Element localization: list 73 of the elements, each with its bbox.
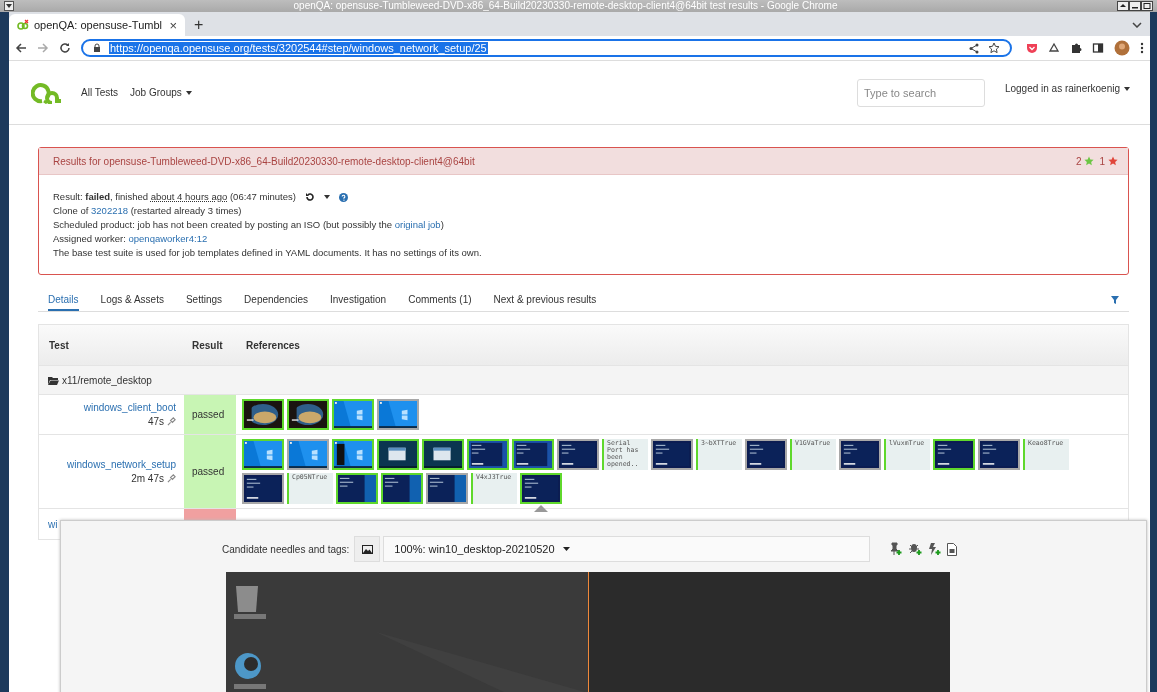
caret-icon[interactable] (323, 195, 330, 199)
reload-icon[interactable] (59, 42, 71, 54)
tab-close-button[interactable]: × (169, 17, 177, 33)
pin-add-icon[interactable] (889, 542, 904, 556)
favicon-icon (17, 19, 29, 31)
pocket-icon[interactable] (1026, 42, 1038, 54)
column-header: Result (191, 339, 224, 351)
results-title: Results for opensuse-Tumbleweed-DVD-x86_64-Build20230330-remote-desktop-client4@64bit (53, 155, 475, 167)
back-icon[interactable] (15, 42, 27, 54)
window-menu-icon[interactable] (4, 1, 14, 11)
candidate-label: Candidate needles and tags: (222, 543, 350, 555)
link[interactable]: original job (394, 219, 441, 230)
test-link[interactable]: windows_client_boot (83, 402, 176, 413)
image-button[interactable] (354, 536, 381, 562)
star-icon[interactable] (988, 42, 1000, 54)
window-controls-icon[interactable] (1117, 1, 1153, 11)
search-field[interactable]: Type to search (856, 78, 985, 107)
group-name: x11/remote_desktop (62, 374, 152, 386)
column-header: References (245, 339, 300, 351)
result-text: passed (192, 409, 225, 420)
url-text: https://openqa.opensuse.org/tests/3202544#step/windows_network_setup/25 (109, 42, 488, 54)
new-tab-button[interactable]: + (194, 16, 204, 34)
duration: 47s (147, 416, 164, 427)
lock-icon (93, 43, 101, 53)
filter-icon[interactable] (1111, 296, 1119, 304)
image-icon (361, 544, 373, 554)
result-line: Assigned worker: openqaworker4:12 (53, 232, 208, 246)
star-count: 2 (1075, 155, 1082, 167)
caret-icon (185, 91, 192, 96)
address-bar[interactable]: https://openqa.opensuse.org/tests/3202544#step/windows_network_setup/25 (81, 39, 1012, 57)
share-icon[interactable] (969, 42, 980, 54)
result-line: The base test suite is used for job templates defined in YAML documents. It has no settings of its own. (53, 246, 482, 260)
column-header: Test (48, 339, 70, 351)
result-text: passed (192, 466, 225, 477)
result-line: Scheduled product: job has not been created by posting an ISO (but possibly the original job) (53, 218, 444, 232)
puzzle-icon[interactable] (1070, 42, 1082, 54)
test-link[interactable]: wi (48, 519, 58, 530)
tab[interactable]: Settings (185, 289, 223, 311)
document-icon[interactable] (947, 542, 958, 556)
tab[interactable]: Dependencies (244, 289, 309, 311)
sidebar-icon[interactable] (1092, 42, 1104, 54)
browser-tab[interactable]: openQA: opensuse-Tumbl × (9, 14, 185, 36)
folder-icon (48, 375, 59, 385)
needle-select[interactable]: 100%: win10_desktop-20210520 (383, 536, 871, 562)
user-menu[interactable]: Logged in as rainerkoenig (1004, 83, 1130, 94)
test-link[interactable]: windows_network_setup (67, 459, 176, 470)
link[interactable]: 3202218 (91, 205, 128, 216)
bug-add-icon[interactable] (909, 542, 924, 556)
tab[interactable]: Comments (1) (408, 289, 472, 311)
result-line: Result: failed, finished about 4 hours ago (06:47 minutes) (53, 190, 296, 204)
caret-icon (562, 547, 570, 551)
tab[interactable]: Investigation (330, 289, 387, 311)
avatar-icon[interactable] (1114, 40, 1130, 56)
window-title: openQA: opensuse-Tumbleweed-DVD-x86_64-Build20230330-remote-desktop-client4@64bit test results - Google Chrome (292, 0, 839, 12)
chevron-down-icon[interactable] (1132, 22, 1142, 28)
star-count: 1 (1099, 155, 1105, 167)
tab[interactable]: Next & previous results (493, 289, 597, 311)
bolt-add-icon[interactable] (929, 542, 942, 556)
tab[interactable]: Logs & Assets (100, 289, 164, 311)
nav-link[interactable]: All Tests (81, 87, 119, 98)
more-menu-icon[interactable] (1140, 42, 1144, 54)
nav-link[interactable]: Job Groups (130, 87, 192, 98)
tab-title: openQA: opensuse-Tumbl (34, 19, 163, 31)
pointer-icon (534, 505, 548, 512)
help-icon[interactable] (338, 192, 348, 202)
tab[interactable]: Details (48, 289, 79, 311)
result-line: Clone of 3202218 (restarted already 3 times) (53, 204, 242, 218)
link[interactable]: openqaworker4:12 (128, 233, 208, 244)
caret-icon (1124, 87, 1130, 92)
restart-icon[interactable] (304, 192, 315, 202)
plug-icon (167, 417, 176, 426)
duration: 2m 47s (131, 473, 164, 484)
plug-icon (167, 474, 176, 483)
